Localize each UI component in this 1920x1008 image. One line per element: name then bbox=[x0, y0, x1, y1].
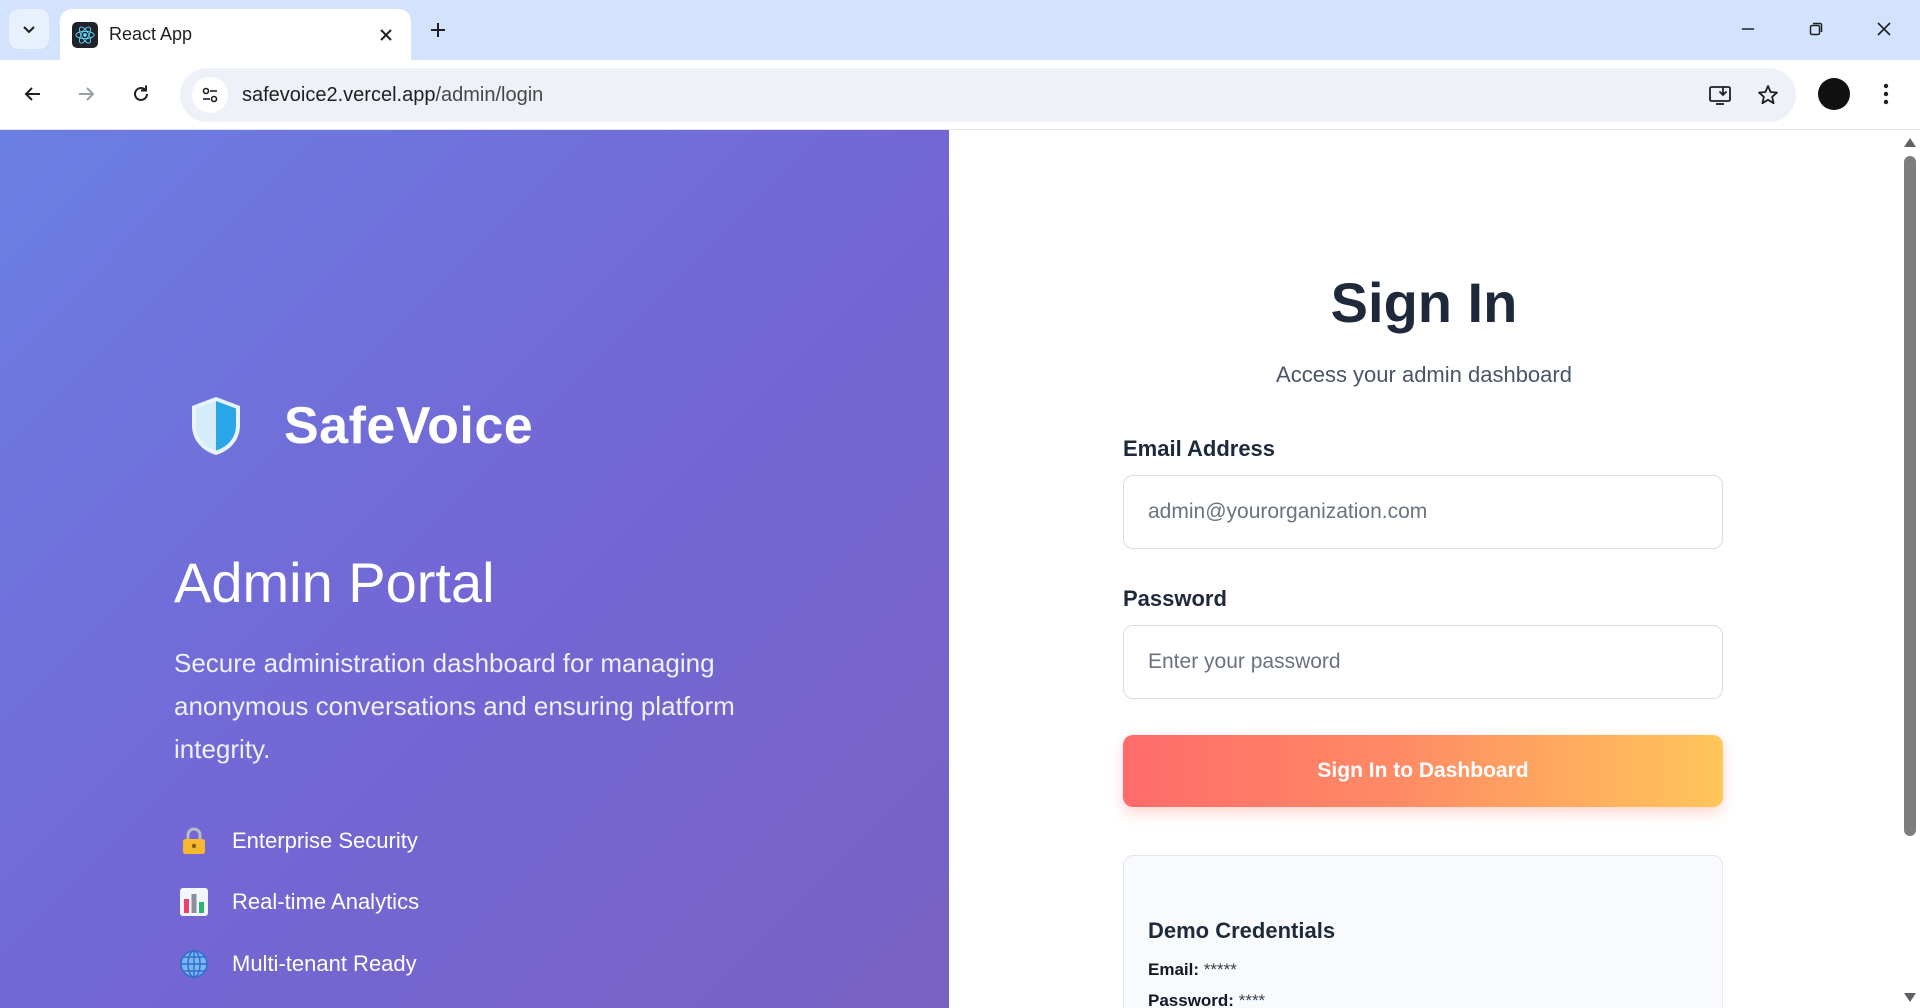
new-tab-button[interactable] bbox=[419, 11, 457, 49]
forward-button[interactable] bbox=[65, 73, 107, 115]
login-panel: Sign In Access your admin dashboard Emai… bbox=[949, 130, 1899, 1008]
chevron-down-icon bbox=[23, 26, 35, 34]
bar-chart-icon bbox=[176, 884, 212, 920]
install-app-button[interactable] bbox=[1700, 75, 1740, 115]
feature-item: Real-time Analytics bbox=[176, 884, 419, 920]
feature-item: Enterprise Security bbox=[176, 823, 418, 859]
tab-react-app[interactable]: React App bbox=[60, 9, 411, 60]
scroll-thumb[interactable] bbox=[1904, 156, 1916, 836]
arrow-left-icon bbox=[24, 87, 40, 101]
globe-icon bbox=[176, 946, 212, 982]
scroll-down-arrow[interactable] bbox=[1904, 993, 1916, 1002]
url-text[interactable]: safevoice2.vercel.app/admin/login bbox=[242, 84, 1700, 107]
profile-avatar[interactable] bbox=[1818, 78, 1850, 110]
brand: SafeVoice bbox=[188, 395, 533, 457]
tab-title: React App bbox=[109, 24, 193, 44]
brand-name: SafeVoice bbox=[284, 397, 534, 455]
hero-title: Admin Portal bbox=[174, 551, 495, 614]
back-button[interactable] bbox=[12, 73, 54, 115]
reload-icon bbox=[134, 85, 148, 101]
star-icon bbox=[1758, 85, 1778, 105]
address-bar[interactable]: safevoice2.vercel.app/admin/login bbox=[180, 68, 1796, 122]
hero-panel: SafeVoice Admin Portal Secure administra… bbox=[0, 130, 949, 1008]
page-scrollbar[interactable] bbox=[1899, 130, 1920, 1008]
demo-credentials-title: Demo Credentials bbox=[1148, 918, 1336, 943]
demo-password: Password: **** bbox=[1148, 991, 1265, 1008]
demo-password-key: Password: bbox=[1148, 991, 1234, 1008]
close-icon bbox=[380, 28, 392, 41]
restore-icon bbox=[1809, 22, 1823, 36]
install-app-icon bbox=[1709, 86, 1731, 105]
plus-icon bbox=[431, 23, 445, 37]
tab-search-button[interactable] bbox=[9, 9, 49, 49]
bookmark-button[interactable] bbox=[1748, 75, 1788, 115]
kebab-icon bbox=[1883, 83, 1889, 105]
arrow-right-icon bbox=[79, 87, 95, 101]
shield-icon bbox=[192, 397, 240, 455]
tune-icon bbox=[202, 87, 218, 103]
hero-description: Secure administration dashboard for mana… bbox=[174, 648, 735, 764]
browser-toolbar: safevoice2.vercel.app/admin/login bbox=[0, 60, 1920, 130]
reload-button[interactable] bbox=[120, 73, 162, 115]
close-tab-button[interactable] bbox=[369, 18, 403, 52]
feature-item: Multi-tenant Ready bbox=[176, 946, 417, 982]
password-label: Password bbox=[1123, 586, 1227, 611]
demo-email-value: ***** bbox=[1199, 960, 1237, 979]
url-path: /admin/login bbox=[435, 83, 544, 106]
demo-email: Email: ***** bbox=[1148, 960, 1237, 980]
scroll-up-arrow[interactable] bbox=[1904, 138, 1916, 147]
email-label: Email Address bbox=[1123, 436, 1276, 461]
close-window-button[interactable] bbox=[1856, 8, 1912, 50]
sign-in-title: Sign In bbox=[1330, 271, 1518, 334]
react-logo-icon bbox=[72, 21, 98, 48]
sign-in-subtitle: Access your admin dashboard bbox=[1276, 362, 1572, 387]
lock-icon bbox=[176, 823, 212, 859]
demo-credentials-box: Demo Credentials Email: ***** Password: … bbox=[1123, 855, 1723, 1008]
restore-button[interactable] bbox=[1788, 8, 1844, 50]
demo-email-key: Email: bbox=[1148, 960, 1200, 979]
minimize-button[interactable] bbox=[1720, 8, 1776, 50]
feature-label: Enterprise Security bbox=[232, 828, 418, 853]
demo-password-value: **** bbox=[1233, 991, 1266, 1008]
email-input[interactable] bbox=[1123, 475, 1723, 549]
browser-tab-strip: React App bbox=[0, 0, 1920, 60]
minimize-icon bbox=[1742, 28, 1754, 30]
site-info-button[interactable] bbox=[192, 77, 228, 113]
password-input[interactable] bbox=[1123, 625, 1723, 699]
feature-label: Real-time Analytics bbox=[232, 889, 420, 914]
page-viewport: SafeVoice Admin Portal Secure administra… bbox=[0, 130, 1920, 1008]
feature-label: Multi-tenant Ready bbox=[232, 951, 417, 976]
close-icon bbox=[1877, 22, 1891, 36]
browser-menu-button[interactable] bbox=[1866, 74, 1906, 114]
url-host: safevoice2.vercel.app bbox=[242, 83, 436, 106]
sign-in-button[interactable]: Sign In to Dashboard bbox=[1123, 735, 1723, 807]
